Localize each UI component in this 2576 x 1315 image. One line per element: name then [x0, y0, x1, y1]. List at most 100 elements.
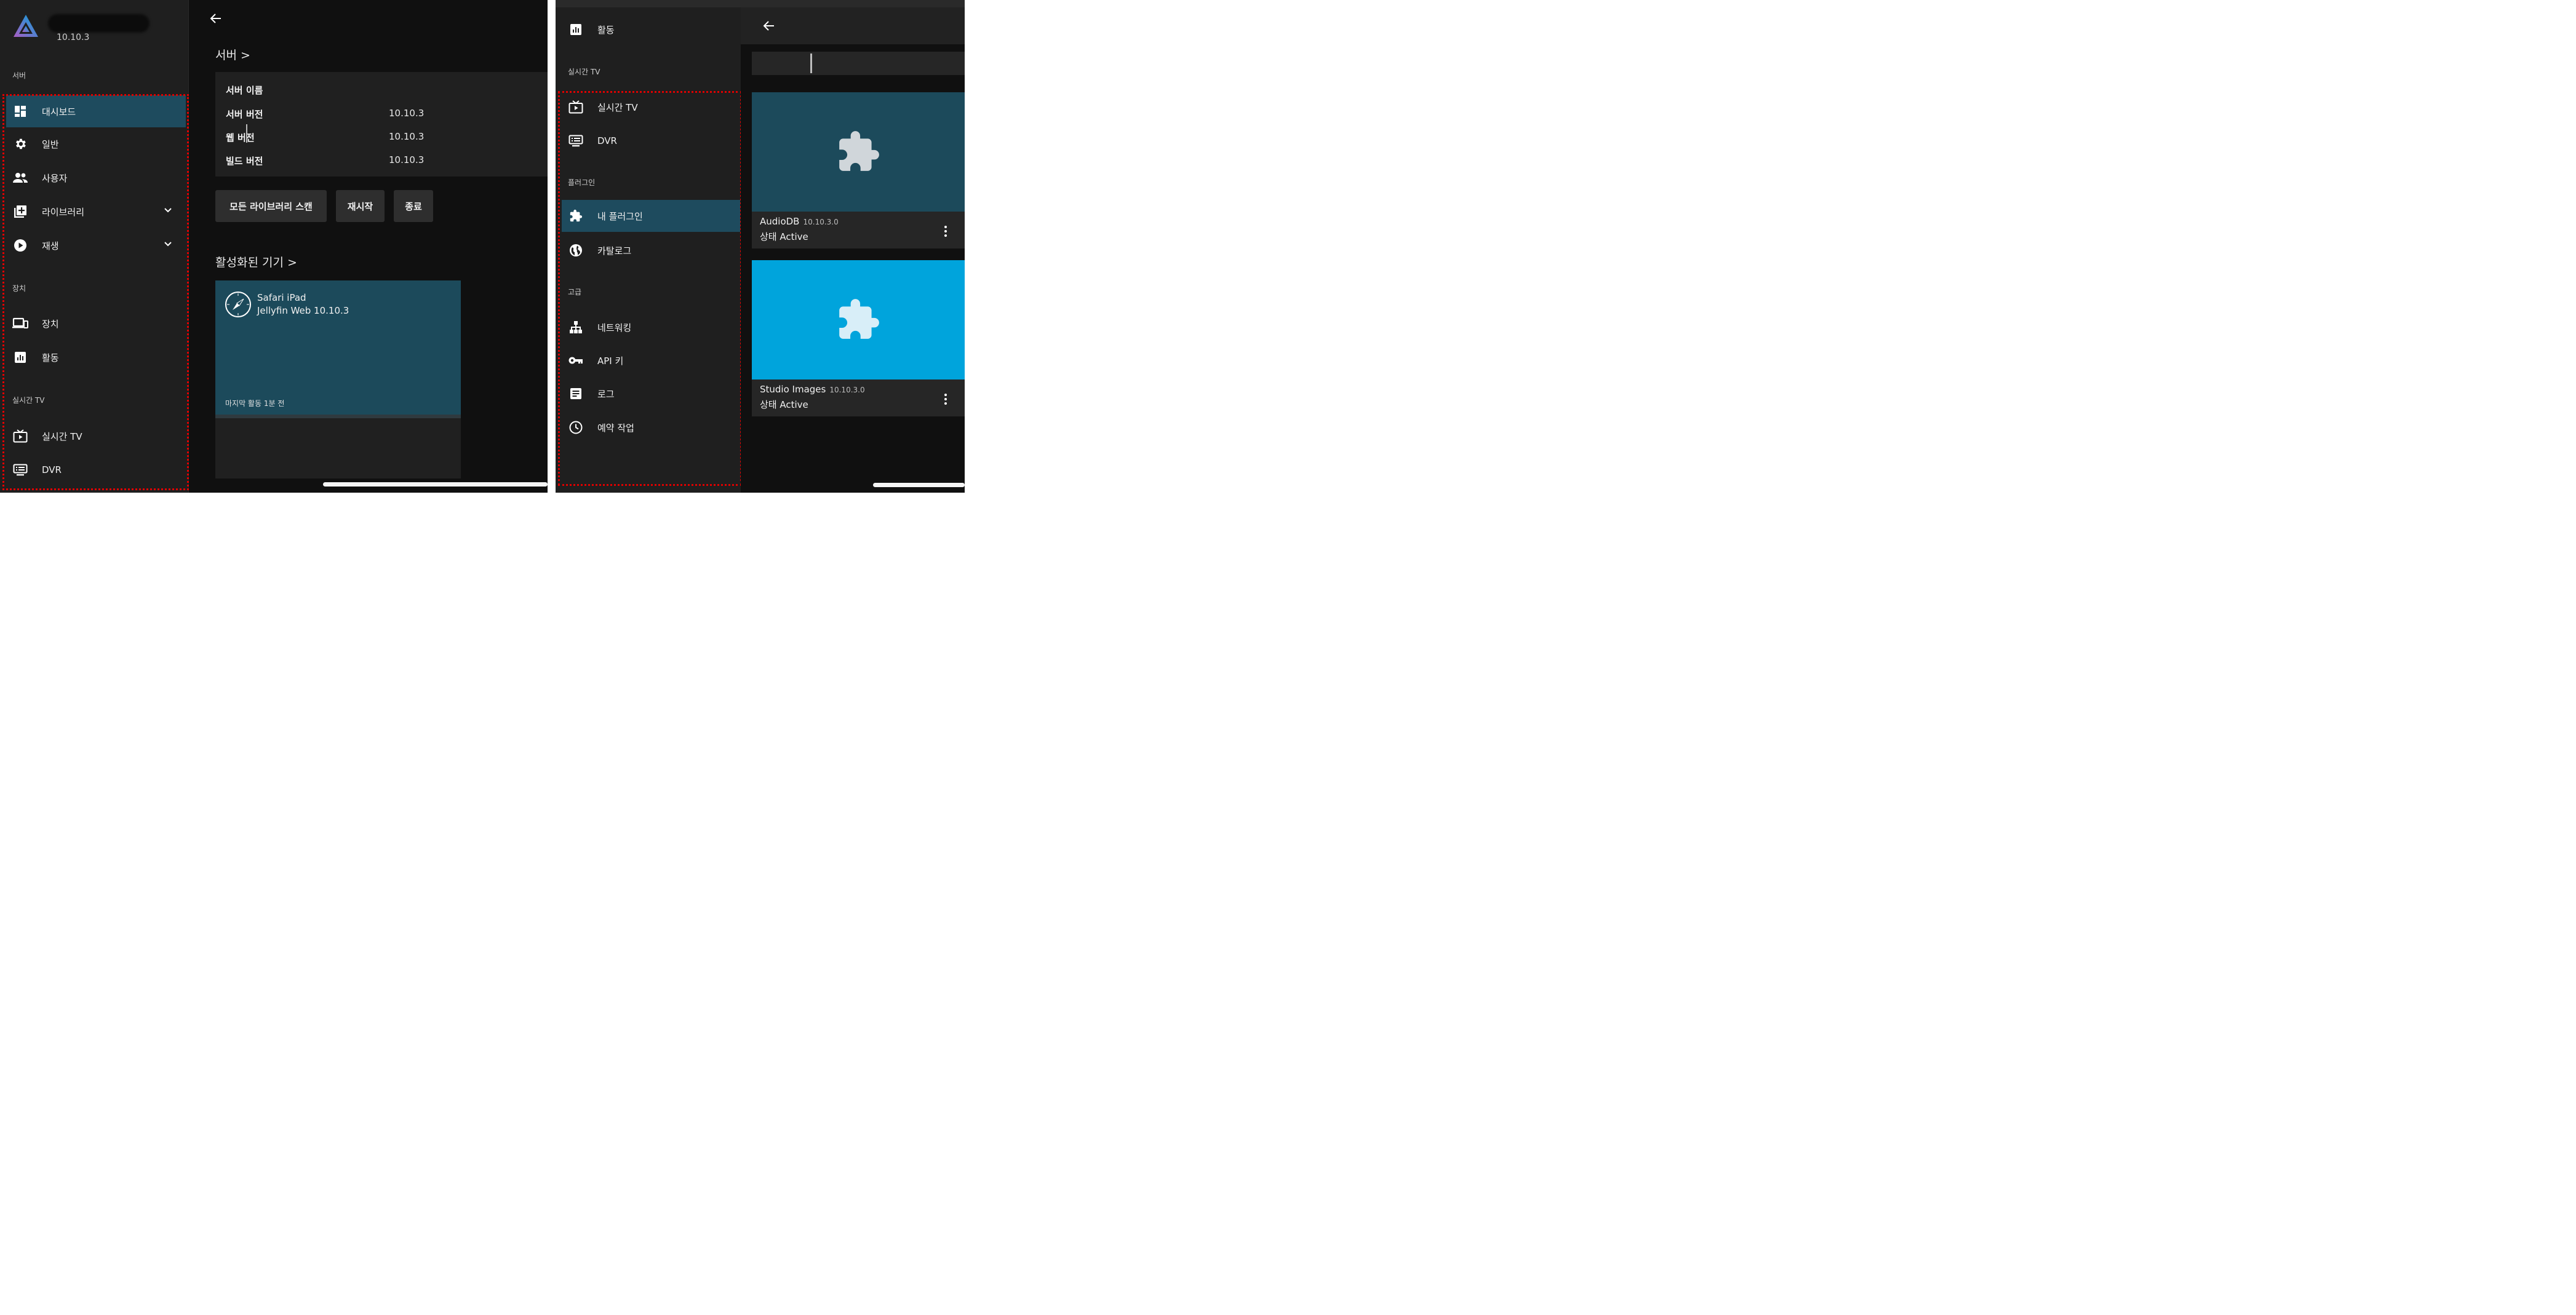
device-card-header: Safari iPad Jellyfin Web 10.10.3 마지막 활동 … [215, 280, 461, 415]
sidebar-item-label: 라이브러리 [42, 206, 85, 218]
build-version-label: 빌드 버전 [226, 156, 263, 167]
section-label-plugins: 플러그인 [568, 178, 596, 187]
plugin-status: 상태 Active [760, 231, 808, 242]
sidebar-item-label: 네트워킹 [597, 322, 632, 333]
sidebar: 활동 실시간 TV 실시간 TV DVR 플러그인 내 플러그인 카탈로그 고급… [556, 7, 741, 493]
device-last-active: 마지막 활동 1분 전 [225, 399, 285, 408]
server-version-label: 서버 버전 [226, 109, 263, 120]
sidebar-item-activity[interactable]: 활동 [6, 341, 186, 373]
dvr-icon [568, 133, 584, 149]
server-name-label: 서버 이름 [226, 85, 263, 96]
sidebar-item-label: 대시보드 [42, 106, 76, 117]
chevron-down-icon[interactable] [164, 240, 172, 248]
section-label-livetv: 실시간 TV [568, 68, 600, 76]
section-label-livetv: 실시간 TV [12, 396, 45, 405]
active-devices-title[interactable]: 활성화된 기기 > [215, 253, 297, 270]
left-screenshot: 10.10.3 서버 대시보드 일반 사용자 라이브러리 재생 장치 장치 활동… [0, 0, 548, 493]
sidebar-item-label: 카탈로그 [597, 245, 632, 256]
back-arrow-icon[interactable] [209, 11, 223, 26]
sidebar-item-label: 사용자 [42, 172, 68, 184]
globe-icon [568, 242, 584, 258]
sidebar-item-livetv[interactable]: 실시간 TV [562, 91, 740, 123]
gear-icon [12, 136, 28, 152]
safari-compass-icon [225, 292, 251, 317]
sidebar-item-label: 예약 작업 [597, 422, 634, 434]
sidebar-item-my-plugins[interactable]: 내 플러그인 [562, 200, 740, 232]
devices-icon [12, 316, 28, 332]
chevron-down-icon[interactable] [164, 206, 172, 215]
sidebar-item-livetv[interactable]: 실시간 TV [6, 420, 186, 452]
sidebar-item-label: 재생 [42, 240, 59, 252]
restart-button[interactable]: 재시작 [336, 190, 385, 222]
plugin-name-line: Studio Images 10.10.3.0 [760, 384, 865, 395]
live-tv-icon [12, 428, 28, 444]
live-tv-icon [568, 99, 584, 115]
sidebar-item-playback[interactable]: 재생 [6, 229, 186, 261]
sidebar-item-catalog[interactable]: 카탈로그 [562, 234, 740, 266]
more-vert-icon[interactable] [943, 392, 949, 406]
build-version-value: 10.10.3 [389, 154, 425, 165]
plugin-status: 상태 Active [760, 399, 808, 410]
server-version: 10.10.3 [57, 33, 90, 42]
sidebar-item-dvr[interactable]: DVR [6, 454, 186, 486]
sidebar-item-label: API 키 [597, 355, 624, 367]
shutdown-button[interactable]: 종료 [394, 190, 433, 222]
sidebar-item-label: 실시간 TV [597, 101, 638, 113]
plugin-image [752, 92, 965, 212]
plugin-image [752, 260, 965, 379]
sidebar-item-dashboard[interactable]: 대시보드 [6, 95, 186, 127]
sidebar-item-label: 내 플러그인 [597, 210, 643, 222]
sidebar-item-users[interactable]: 사용자 [6, 162, 186, 194]
sidebar-item-logs[interactable]: 로그 [562, 378, 740, 410]
plugin-name: AudioDB [760, 216, 800, 227]
device-card-divider [215, 415, 461, 418]
users-icon [12, 170, 28, 186]
sidebar-item-devices[interactable]: 장치 [6, 308, 186, 340]
plugin-version: 10.10.3.0 [803, 218, 839, 226]
network-icon [568, 319, 584, 335]
device-client: Jellyfin Web 10.10.3 [257, 305, 349, 316]
plugin-card-audiodb[interactable]: AudioDB 10.10.3.0 상태 Active [752, 92, 965, 248]
sidebar-item-label: DVR [42, 464, 62, 475]
sidebar-item-general[interactable]: 일반 [6, 128, 186, 160]
log-icon [568, 386, 584, 402]
main-content: 서버 > 서버 이름 서버 버전 10.10.3 웹 버전 10.10.3 빌드… [189, 0, 548, 493]
blurred-server-name [48, 14, 150, 33]
back-arrow-icon[interactable] [762, 18, 776, 33]
text-cursor [810, 54, 812, 73]
activity-icon [12, 349, 28, 365]
scan-all-libraries-button[interactable]: 모든 라이브러리 스캔 [215, 190, 327, 222]
sidebar-item-networking[interactable]: 네트워킹 [562, 311, 740, 343]
key-icon [568, 352, 584, 368]
main-content: AudioDB 10.10.3.0 상태 Active Studio Images… [741, 7, 965, 493]
sidebar-item-scheduled-tasks[interactable]: 예약 작업 [562, 411, 740, 443]
section-label-devices: 장치 [12, 284, 26, 293]
sidebar-item-api-keys[interactable]: API 키 [562, 344, 740, 376]
header-bar [741, 7, 965, 44]
play-circle-icon [12, 237, 28, 253]
puzzle-icon [568, 208, 584, 224]
jellyfin-logo [14, 15, 38, 37]
server-version-value: 10.10.3 [389, 108, 425, 119]
sidebar-item-activity[interactable]: 활동 [562, 14, 740, 46]
plugin-version: 10.10.3.0 [829, 386, 865, 394]
more-vert-icon[interactable] [943, 224, 949, 238]
sidebar-item-label: 로그 [597, 388, 615, 400]
home-indicator [323, 482, 548, 487]
activity-icon [568, 22, 584, 38]
puzzle-icon [839, 131, 879, 171]
server-section-title[interactable]: 서버 > [215, 46, 250, 63]
sidebar-item-dvr[interactable]: DVR [562, 125, 740, 157]
sidebar: 10.10.3 서버 대시보드 일반 사용자 라이브러리 재생 장치 장치 활동… [0, 0, 189, 493]
sidebar-item-library[interactable]: 라이브러리 [6, 196, 186, 228]
search-strip[interactable] [752, 52, 965, 75]
sidebar-item-label: 활동 [597, 24, 615, 36]
plugin-card-studio-images[interactable]: Studio Images 10.10.3.0 상태 Active [752, 260, 965, 416]
web-version-label: 웹 버전 [226, 132, 255, 143]
plugin-name-line: AudioDB 10.10.3.0 [760, 216, 839, 227]
home-indicator [873, 483, 965, 487]
active-device-card[interactable]: Safari iPad Jellyfin Web 10.10.3 마지막 활동 … [215, 280, 461, 479]
top-bar [556, 0, 965, 7]
device-name: Safari iPad [257, 292, 306, 303]
dvr-icon [12, 462, 28, 478]
